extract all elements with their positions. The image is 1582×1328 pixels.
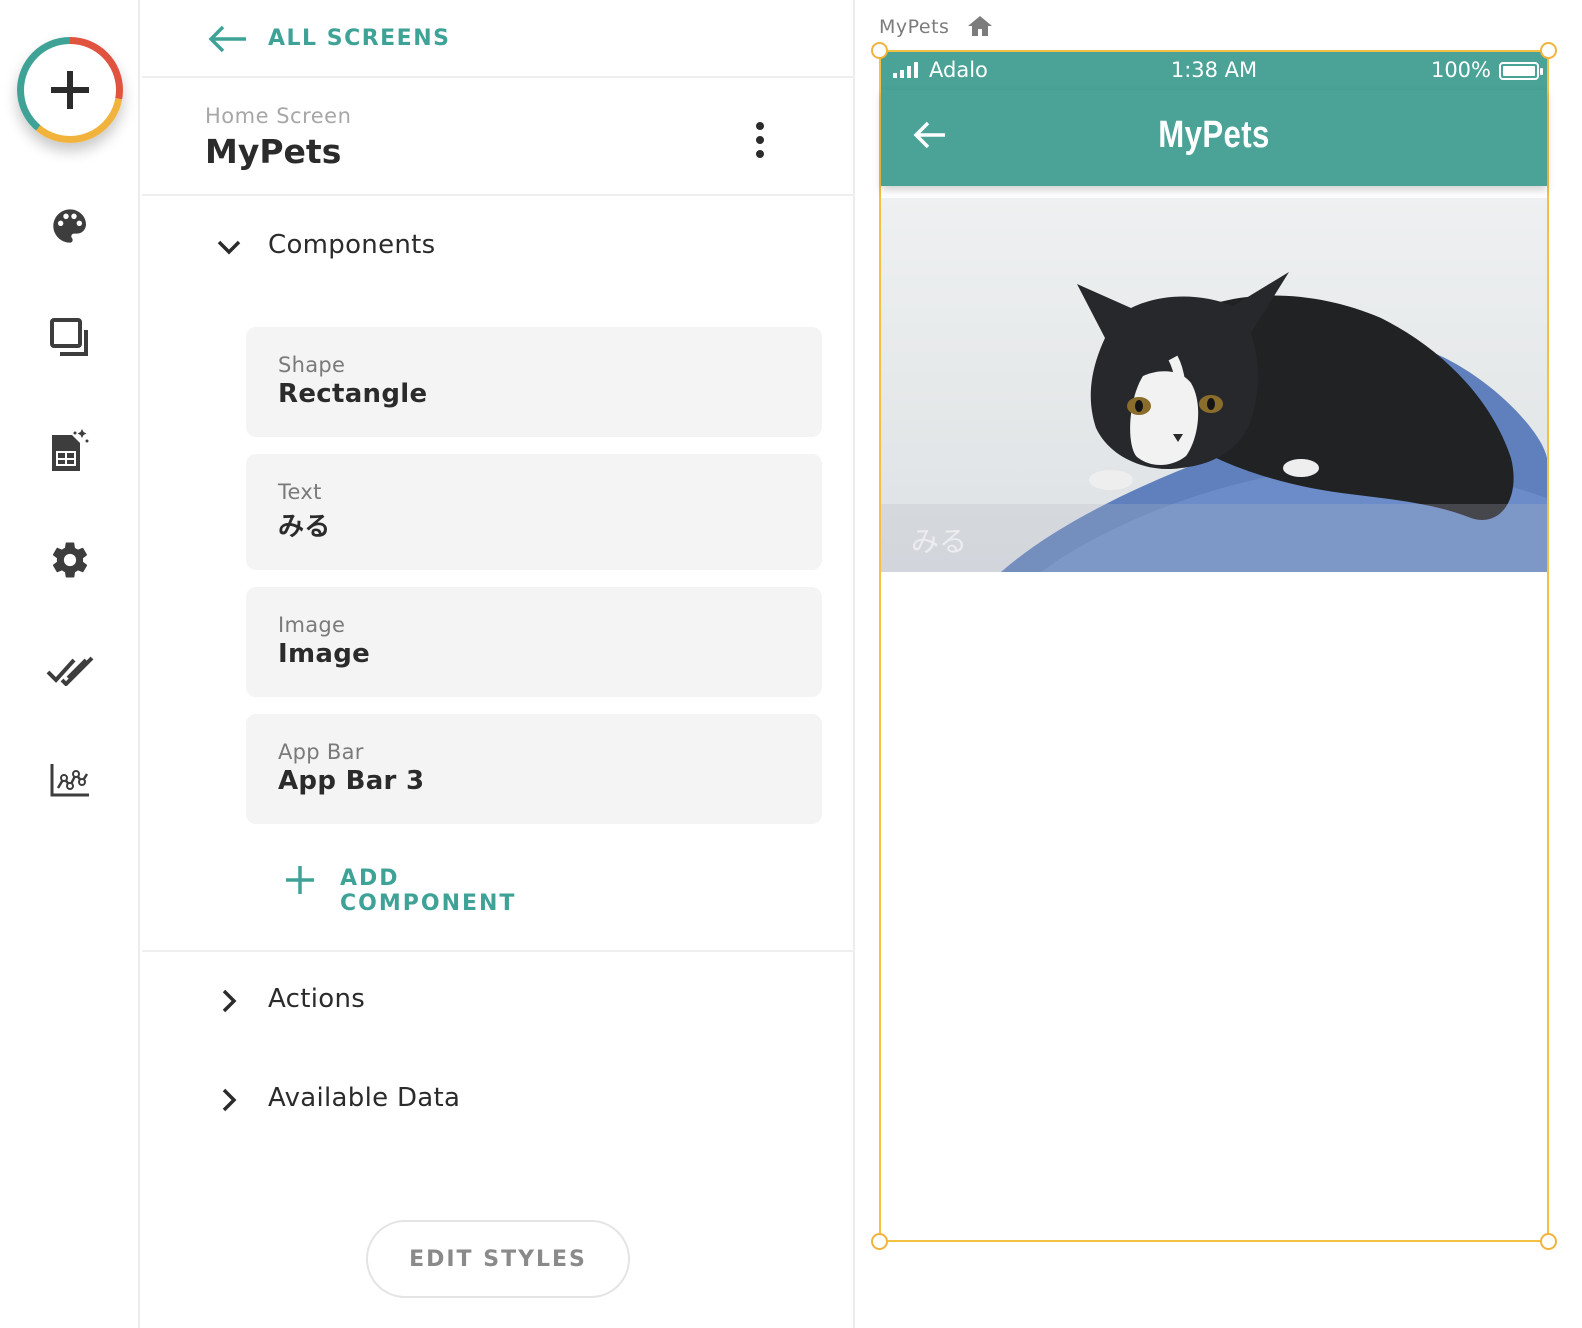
component-type: Image (278, 613, 346, 637)
database-icon (52, 429, 89, 471)
resize-handle[interactable] (871, 42, 888, 59)
palette-icon (53, 209, 86, 243)
plus-icon (286, 866, 314, 894)
database-button[interactable] (40, 420, 100, 480)
arrow-left-icon (208, 25, 246, 53)
resize-handle[interactable] (1540, 1233, 1557, 1250)
branding-button[interactable] (40, 196, 100, 256)
components-section-toggle[interactable]: Components (142, 218, 855, 278)
settings-button[interactable] (40, 530, 100, 590)
image-caption: みる (911, 525, 968, 558)
component-name: App Bar 3 (278, 766, 425, 796)
actions-section-toggle[interactable]: Actions (142, 972, 855, 1032)
app-bar-title: MyPets (1158, 114, 1270, 156)
edit-styles-button[interactable]: EDIT STYLES (366, 1220, 630, 1298)
resize-handle[interactable] (871, 1233, 888, 1250)
component-type: Text (278, 480, 322, 504)
canvas: MyPets Adalo 1:38 AM 100% MyPets みる (857, 0, 1582, 1328)
publish-check-icon (46, 656, 94, 686)
component-name: みる (278, 512, 331, 542)
component-name: Rectangle (278, 379, 428, 409)
available-data-section-toggle[interactable]: Available Data (142, 1071, 855, 1131)
screen-header: Home Screen MyPets (142, 78, 855, 196)
screen-name[interactable]: MyPets (205, 132, 341, 171)
screen-panel: ALL SCREENS Home Screen MyPets Component… (142, 0, 855, 1328)
actions-section-label: Actions (268, 984, 366, 1014)
component-item[interactable]: App Bar App Bar 3 (246, 714, 822, 824)
all-screens-link[interactable]: ALL SCREENS (142, 0, 855, 78)
component-name: Image (278, 639, 371, 669)
settings-icon (52, 542, 88, 578)
analytics-icon (50, 764, 89, 797)
publish-button[interactable] (40, 640, 100, 700)
more-options-icon[interactable] (740, 118, 780, 162)
add-component-label: ADD COMPONENT (340, 866, 517, 916)
screens-icon (50, 318, 88, 356)
add-button[interactable] (17, 37, 123, 143)
chevron-down-icon (217, 240, 241, 255)
component-type: App Bar (278, 740, 364, 764)
all-screens-label: ALL SCREENS (268, 26, 451, 51)
add-icon (51, 71, 89, 109)
chevron-right-icon (222, 1088, 237, 1112)
component-item[interactable]: Image Image (246, 587, 822, 697)
caption-overlay: みる (881, 504, 1547, 572)
battery-icon (1499, 62, 1543, 80)
canvas-screen-label[interactable]: MyPets (879, 16, 949, 38)
component-type: Shape (278, 353, 346, 377)
component-item[interactable]: Shape Rectangle (246, 327, 822, 437)
left-rail (0, 0, 140, 1328)
section-divider (142, 950, 855, 952)
pet-image[interactable]: みる (881, 198, 1547, 572)
component-item[interactable]: Text みる (246, 454, 822, 570)
screen-type: Home Screen (205, 104, 352, 128)
phone-preview[interactable]: Adalo 1:38 AM 100% MyPets みる (871, 42, 1557, 1250)
app-bar[interactable]: MyPets (881, 90, 1547, 186)
components-section-label: Components (268, 230, 436, 260)
add-component-button[interactable]: ADD COMPONENT (284, 858, 584, 916)
home-icon (968, 16, 992, 36)
status-bar: Adalo 1:38 AM 100% (881, 52, 1547, 90)
available-data-section-label: Available Data (268, 1083, 461, 1113)
analytics-button[interactable] (40, 750, 100, 810)
chevron-right-icon (222, 989, 237, 1013)
resize-handle[interactable] (1540, 42, 1557, 59)
battery-percent: 100% (1430, 58, 1491, 82)
screens-button[interactable] (40, 308, 100, 368)
